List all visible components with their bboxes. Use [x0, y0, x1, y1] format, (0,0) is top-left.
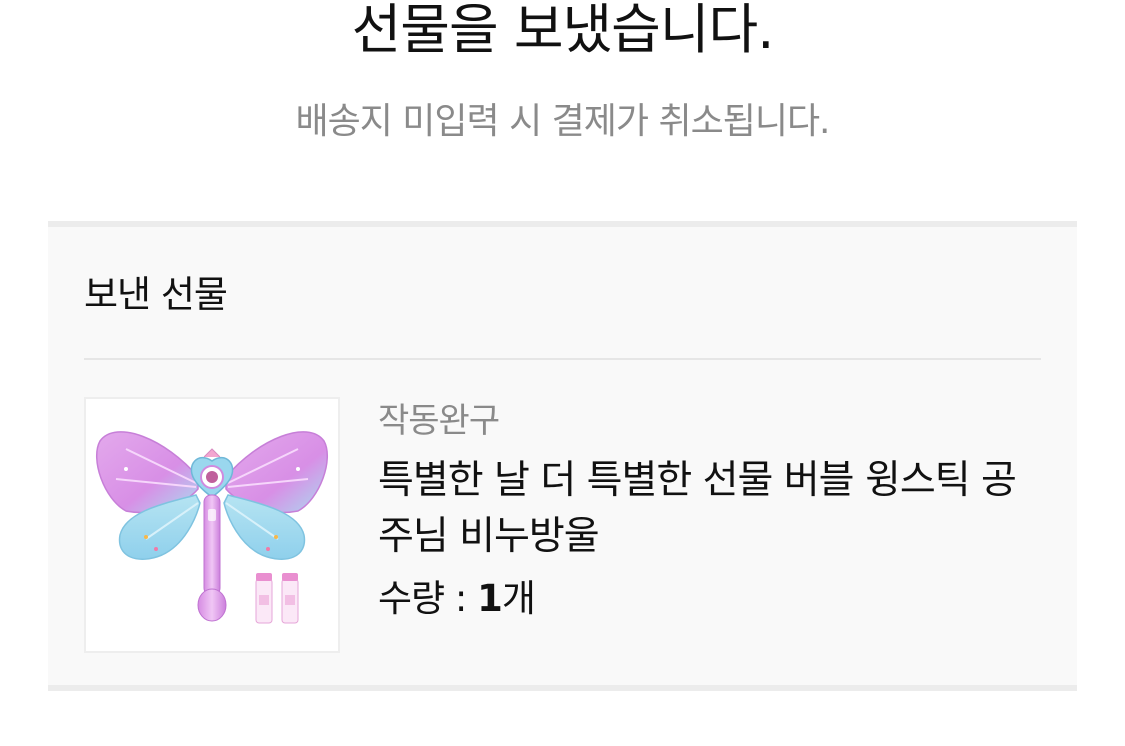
quantity-value: 1 — [477, 577, 503, 620]
quantity-label: 수량 : — [378, 577, 478, 620]
gift-sent-page: 선물을 보냈습니다. 배송지 미입력 시 결제가 취소됩니다. 보낸 선물 작동… — [0, 0, 1125, 746]
page-subtitle: 배송지 미입력 시 결제가 취소됩니다. — [295, 101, 830, 142]
sent-gift-card: 보낸 선물 작동완구 특별한 날 더 특별한 선물 버블 윙스틱 공주님 비누방… — [48, 221, 1077, 691]
product-quantity: 수량 : 1개 — [378, 575, 1048, 623]
card-heading: 보낸 선물 — [84, 273, 228, 316]
butterfly-wand-image — [96, 431, 328, 624]
product-thumbnail[interactable] — [84, 397, 340, 653]
card-divider — [84, 358, 1041, 360]
page-title: 선물을 보냈습니다. — [351, 0, 775, 61]
product-info: 작동완구 특별한 날 더 특별한 선물 버블 윙스틱 공주님 비누방울 수량 :… — [378, 399, 1048, 623]
quantity-unit: 개 — [501, 577, 536, 620]
product-name[interactable]: 특별한 날 더 특별한 선물 버블 윙스틱 공주님 비누방울 — [378, 453, 1048, 565]
product-brand: 작동완구 — [378, 401, 500, 441]
